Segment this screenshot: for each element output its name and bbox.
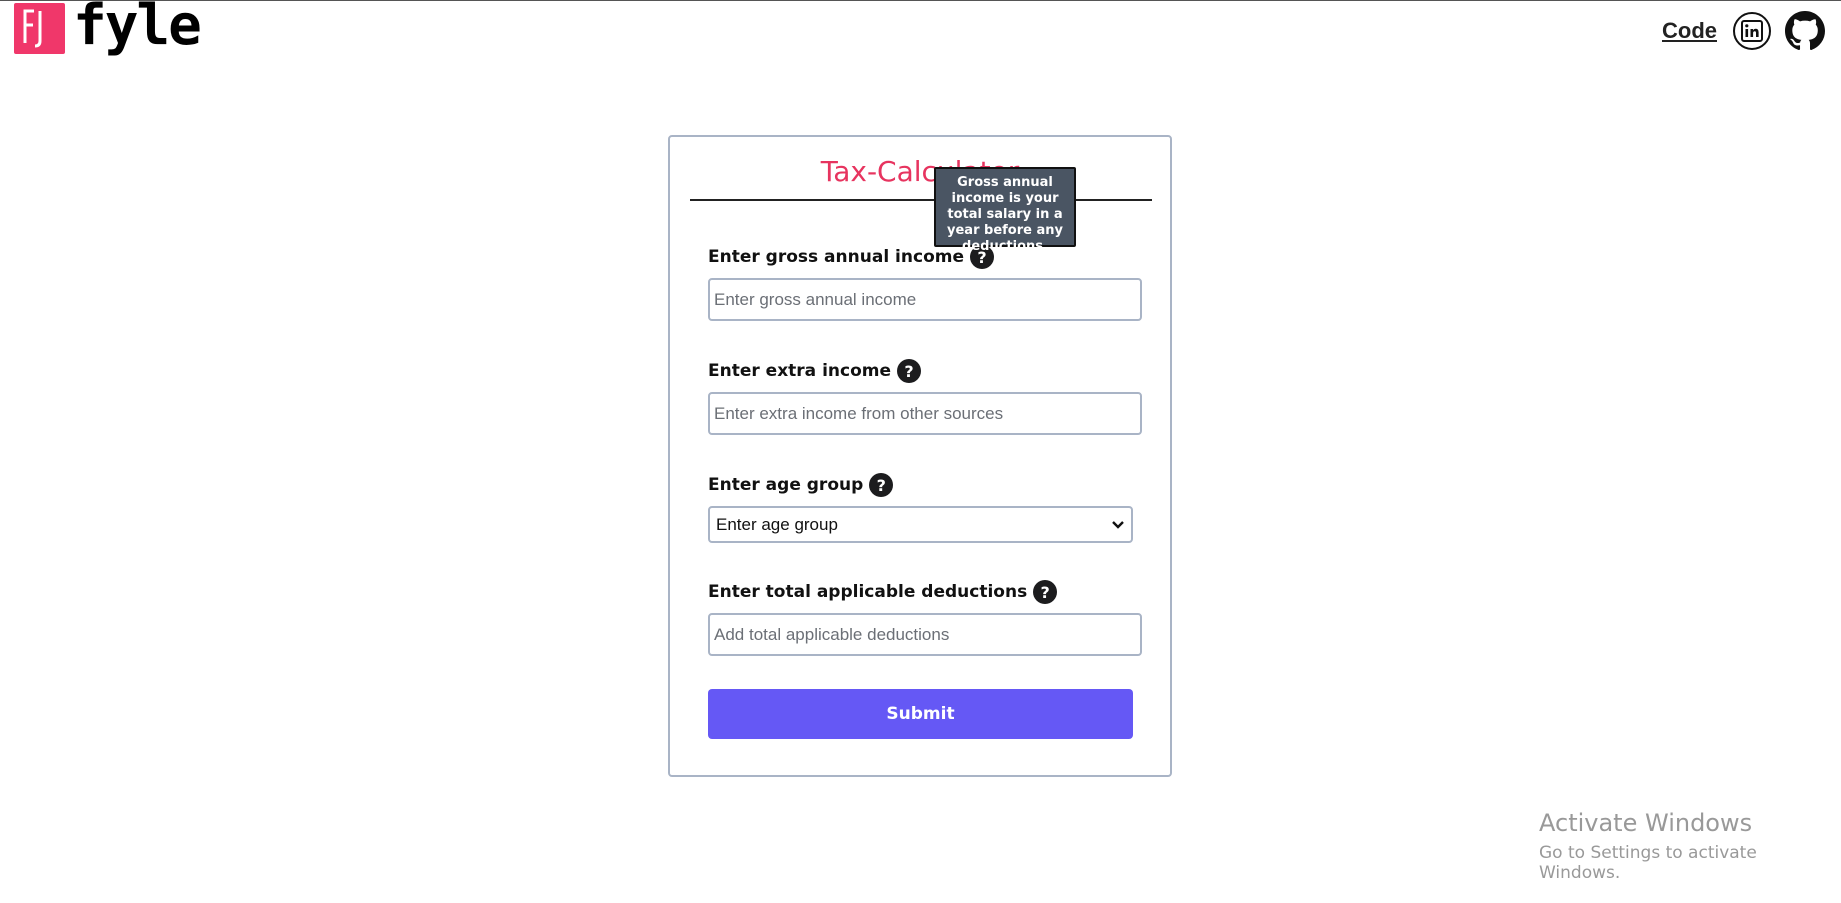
header-nav: Code [1662,11,1825,51]
gross-income-tooltip: Gross annual income is your total salary… [934,167,1076,254]
age-group-select[interactable]: Enter age group [708,506,1133,543]
windows-watermark: Activate Windows Go to Settings to activ… [1539,809,1841,883]
deductions-input[interactable] [708,613,1142,656]
page-title: Tax-Calculator [820,155,1020,188]
code-link[interactable]: Code [1662,18,1717,44]
age-group-label: Enter age group ? [708,473,894,497]
help-icon[interactable]: ? [1033,580,1058,604]
fyle-logo[interactable]: fyle [14,0,202,58]
linkedin-icon[interactable] [1733,12,1771,50]
deductions-label-text: Enter total applicable deductions [708,582,1028,602]
tax-calculator-card: Tax-Calculator Gross annual income is yo… [668,135,1172,777]
top-header: fyle Code [0,0,1841,61]
logo-text: fyle [73,0,202,58]
extra-income-input[interactable] [708,392,1142,435]
watermark-title: Activate Windows [1539,809,1753,837]
help-icon[interactable]: ? [869,473,894,497]
watermark-subtitle: Go to Settings to activate Windows. [1539,843,1757,883]
gross-income-label-text: Enter gross annual income [708,247,964,267]
age-group-label-text: Enter age group [708,475,864,495]
github-icon[interactable] [1785,11,1825,51]
gross-income-input[interactable] [708,278,1142,321]
submit-button[interactable]: Submit [708,689,1133,739]
fyle-logo-icon [14,2,65,54]
title-divider [690,199,1152,201]
deductions-label: Enter total applicable deductions ? [708,580,1058,604]
gross-income-label: Enter gross annual income ? [708,245,994,269]
age-group-selected: Enter age group [716,514,838,534]
help-icon[interactable]: ? [897,359,921,383]
extra-income-label: Enter extra income ? [708,359,921,383]
extra-income-label-text: Enter extra income [708,361,891,381]
chevron-down-icon [1111,515,1125,535]
